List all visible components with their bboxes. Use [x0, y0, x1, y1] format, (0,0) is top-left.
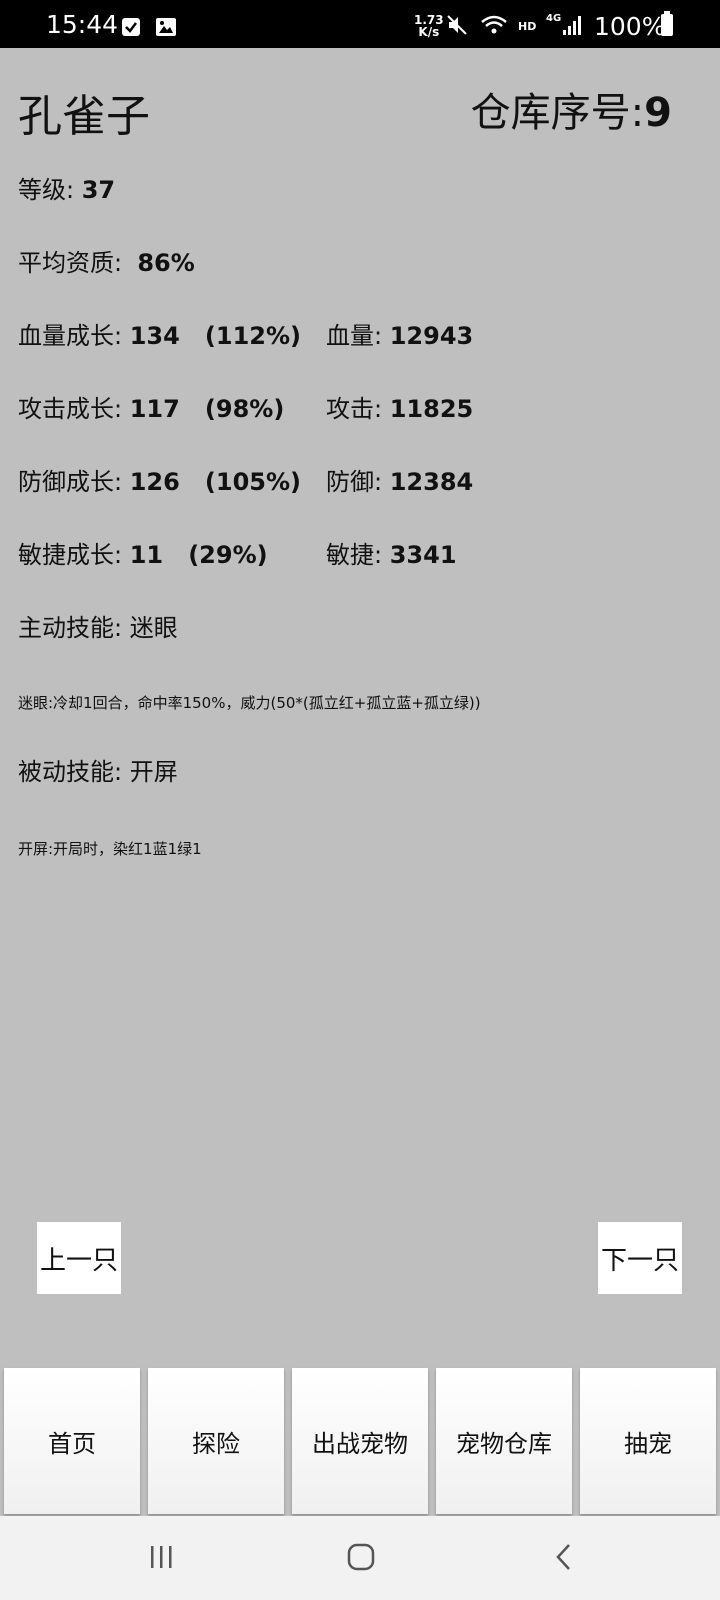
- network-speed: 1.73 K/s: [414, 14, 444, 38]
- passive-skill-label: 被动技能:: [18, 758, 123, 786]
- network-speed-unit: K/s: [418, 25, 440, 39]
- status-time: 15:44: [46, 10, 119, 39]
- tab-home[interactable]: 首页: [4, 1368, 140, 1514]
- warehouse-number: 9: [644, 90, 672, 136]
- atk-value: 11825: [389, 395, 474, 423]
- avg-quality-value: 86%: [137, 249, 195, 277]
- agi-growth-label: 敏捷成长:: [18, 541, 123, 569]
- active-skill-name: 迷眼: [129, 614, 178, 642]
- warehouse-label: 仓库序号:: [470, 90, 645, 136]
- mute-icon: [446, 14, 468, 36]
- back-icon[interactable]: [550, 1542, 580, 1576]
- atk-growth-value: 117 (98%): [129, 395, 285, 423]
- home-icon[interactable]: [346, 1542, 376, 1576]
- tab-pet-warehouse[interactable]: 宠物仓库: [436, 1368, 572, 1514]
- avg-quality-label: 平均资质:: [18, 249, 123, 277]
- agi-value: 3341: [389, 541, 457, 569]
- hd-voice-label: HD: [518, 20, 537, 33]
- level-row: 等级: 37: [18, 170, 115, 205]
- battery-percent: 100%: [594, 12, 666, 41]
- prev-pet-button[interactable]: 上一只: [37, 1222, 121, 1294]
- def-growth-row: 防御成长: 126 (105%): [18, 462, 301, 497]
- system-nav-bar: [0, 1516, 720, 1600]
- atk-row: 攻击: 11825: [326, 389, 473, 424]
- wifi-icon: [480, 14, 508, 36]
- def-label: 防御:: [326, 468, 383, 496]
- checkbox-notification-icon: [122, 18, 140, 36]
- recent-apps-icon[interactable]: [146, 1542, 176, 1576]
- def-growth-label: 防御成长:: [18, 468, 123, 496]
- atk-label: 攻击:: [326, 395, 383, 423]
- def-row: 防御: 12384: [326, 462, 473, 497]
- def-growth-value: 126 (105%): [129, 468, 301, 496]
- agi-row: 敏捷: 3341: [326, 535, 457, 570]
- hp-row: 血量: 12943: [326, 316, 473, 351]
- tab-explore[interactable]: 探险: [148, 1368, 284, 1514]
- hp-growth-row: 血量成长: 134 (112%): [18, 316, 301, 351]
- tab-gacha[interactable]: 抽宠: [580, 1368, 716, 1514]
- hp-label: 血量:: [326, 322, 383, 350]
- passive-skill-row: 被动技能: 开屏: [18, 752, 178, 787]
- bottom-tab-bar: 首页 探险 出战宠物 宠物仓库 抽宠: [4, 1368, 720, 1514]
- avg-quality-row: 平均资质: 86%: [18, 243, 195, 278]
- passive-skill-name: 开屏: [129, 758, 178, 786]
- agi-growth-row: 敏捷成长: 11 (29%): [18, 535, 268, 570]
- hp-value: 12943: [389, 322, 474, 350]
- level-label: 等级:: [18, 176, 75, 204]
- active-skill-label: 主动技能:: [18, 614, 123, 642]
- active-skill-desc: 迷眼:冷却1回合，命中率150%，威力(50*(孤立红+孤立蓝+孤立绿)): [18, 694, 481, 712]
- atk-growth-row: 攻击成长: 117 (98%): [18, 389, 284, 424]
- hp-growth-value: 134 (112%): [129, 322, 301, 350]
- status-bar: 15:44 1.73 K/s HD 4G 100%: [0, 0, 720, 48]
- warehouse-index: 仓库序号:9: [471, 80, 672, 138]
- level-value: 37: [81, 176, 116, 204]
- passive-skill-desc: 开屏:开局时，染红1蓝1绿1: [18, 840, 202, 858]
- hp-growth-label: 血量成长:: [18, 322, 123, 350]
- tab-battle-pets[interactable]: 出战宠物: [292, 1368, 428, 1514]
- battery-icon: [661, 11, 673, 36]
- def-value: 12384: [389, 468, 474, 496]
- next-pet-button[interactable]: 下一只: [598, 1222, 682, 1294]
- image-notification-icon: [156, 18, 176, 36]
- agi-growth-value: 11 (29%): [129, 541, 268, 569]
- signal-icon: [562, 14, 584, 36]
- agi-label: 敏捷:: [326, 541, 383, 569]
- pet-name: 孔雀子: [18, 91, 150, 142]
- active-skill-row: 主动技能: 迷眼: [18, 608, 178, 643]
- atk-growth-label: 攻击成长:: [18, 395, 123, 423]
- network-type: 4G: [546, 13, 562, 24]
